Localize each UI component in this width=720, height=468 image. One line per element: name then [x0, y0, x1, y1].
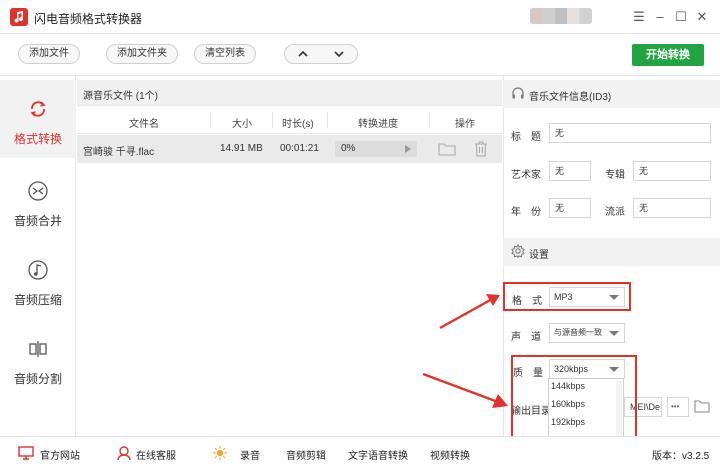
user-avatar[interactable]	[530, 8, 592, 24]
merge-icon	[28, 181, 48, 201]
column-divider	[327, 112, 328, 128]
column-divider	[210, 112, 211, 128]
record-link[interactable]: 录音	[240, 447, 260, 462]
add-file-button[interactable]: 添加文件	[18, 44, 80, 64]
sidebar: 格式转换 音频合并 音频压缩 音频分割	[0, 76, 76, 436]
column-divider	[272, 112, 273, 128]
column-header: 转换进度	[358, 119, 398, 130]
sidebar-item-format-convert[interactable]: 格式转换	[0, 80, 76, 158]
genre-field[interactable]: 无	[633, 198, 711, 218]
id3-section-title: 音乐文件信息(ID3)	[529, 92, 612, 103]
album-label: 专辑	[605, 170, 625, 181]
settings-section-title: 设置	[529, 250, 549, 261]
file-size: 14.91 MB	[220, 143, 263, 154]
table-row[interactable]: 宫崎骏 千寻.flac 14.91 MB 00:01:21 0%	[77, 135, 502, 163]
play-icon[interactable]	[405, 145, 411, 153]
progress-text: 0%	[341, 143, 356, 154]
split-icon	[29, 341, 47, 357]
file-list-header: 源音乐文件 (1个)	[77, 80, 502, 106]
annotation-arrow-icon	[422, 372, 508, 408]
clear-list-button[interactable]: 清空列表	[194, 44, 256, 64]
artist-field[interactable]: 无	[549, 161, 591, 181]
sun-icon	[213, 446, 227, 460]
move-down-icon[interactable]	[330, 47, 348, 61]
sidebar-item-label: 音频合并	[13, 214, 62, 228]
settings-section-header: 设置	[503, 238, 720, 266]
sidebar-item-label: 音频分割	[13, 372, 62, 386]
file-name: 宫崎骏 千寻.flac	[83, 147, 155, 158]
folder-icon[interactable]	[438, 142, 456, 156]
title-field[interactable]: 无	[549, 123, 711, 143]
refresh-icon	[30, 101, 46, 117]
convert-progress-bar: 0%	[335, 141, 417, 157]
column-header: 大小	[232, 119, 252, 130]
move-up-icon[interactable]	[294, 47, 312, 61]
move-buttons	[284, 44, 358, 64]
year-field[interactable]: 无	[549, 198, 591, 218]
minimize-icon[interactable]: –	[652, 9, 668, 25]
title-bar: 闪电音频格式转换器 ☰ – ☐ ✕	[0, 0, 720, 34]
monitor-icon	[18, 446, 34, 460]
column-header: 时长(s)	[282, 119, 314, 130]
column-divider	[429, 112, 430, 128]
file-duration: 00:01:21	[280, 143, 319, 154]
album-field[interactable]: 无	[633, 161, 711, 181]
menu-icon[interactable]: ☰	[631, 9, 647, 25]
online-support-link[interactable]: 在线客服	[136, 447, 176, 462]
support-agent-icon	[117, 446, 131, 461]
sidebar-item-audio-merge[interactable]: 音频合并	[0, 162, 76, 240]
start-convert-button[interactable]: 开始转换	[632, 44, 704, 66]
browse-more-button[interactable]: •••	[667, 397, 689, 417]
column-header: 操作	[455, 119, 475, 130]
text-to-speech-link[interactable]: 文字语音转换	[348, 447, 408, 462]
official-website-link[interactable]: 官方网站	[40, 447, 80, 462]
title-label: 标 题	[511, 132, 541, 143]
channel-value: 与源音频一致	[554, 328, 602, 337]
channel-label: 声 道	[511, 332, 541, 343]
id3-section-header: 音乐文件信息(ID3)	[503, 80, 720, 108]
file-list-columns: 文件名 大小 时长(s) 转换进度 操作	[77, 106, 502, 134]
gear-icon	[511, 244, 525, 258]
video-convert-link[interactable]: 视频转换	[430, 447, 470, 462]
app-title: 闪电音频格式转换器	[34, 12, 143, 26]
toolbar: 添加文件 添加文件夹 清空列表 开始转换	[0, 34, 720, 76]
headphones-icon	[512, 87, 524, 99]
genre-label: 流派	[605, 207, 625, 218]
close-icon[interactable]: ✕	[694, 9, 710, 25]
year-label: 年 份	[511, 207, 541, 218]
bottom-bar: 官方网站 在线客服 录音 音频剪辑 文字语音转换 视频转换 版本：v3.2.5	[0, 436, 720, 468]
artist-label: 艺术家	[511, 170, 541, 181]
version-label: 版本：v3.2.5	[652, 451, 710, 462]
music-note-icon	[28, 260, 48, 280]
sidebar-item-label: 音频压缩	[13, 293, 62, 307]
folder-icon[interactable]	[694, 399, 710, 413]
chevron-down-icon	[609, 331, 619, 336]
sidebar-item-audio-compress[interactable]: 音频压缩	[0, 241, 76, 319]
channel-select[interactable]: 与源音频一致	[549, 323, 625, 343]
delete-icon[interactable]	[474, 141, 488, 157]
audio-edit-link[interactable]: 音频剪辑	[286, 447, 326, 462]
sidebar-item-label: 格式转换	[13, 132, 62, 146]
file-count-label: 源音乐文件 (1个)	[83, 91, 158, 102]
annotation-arrow-icon	[439, 294, 500, 330]
sidebar-item-audio-split[interactable]: 音频分割	[0, 320, 76, 398]
app-logo-icon	[10, 8, 28, 26]
maximize-icon[interactable]: ☐	[673, 9, 689, 25]
column-header: 文件名	[129, 119, 159, 130]
format-highlight-box	[503, 282, 631, 311]
add-folder-button[interactable]: 添加文件夹	[106, 44, 178, 64]
